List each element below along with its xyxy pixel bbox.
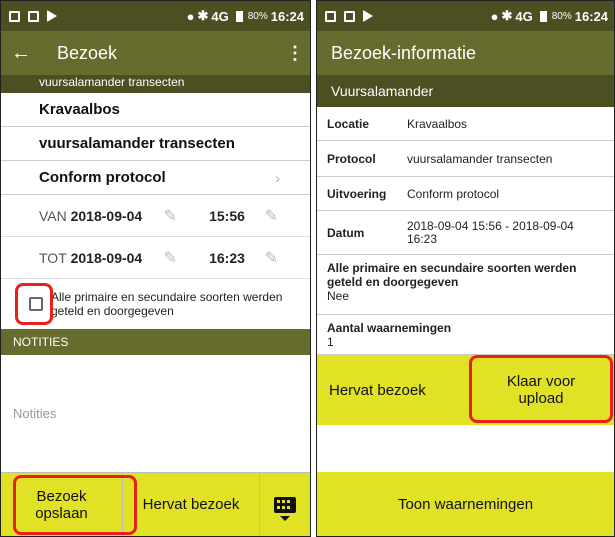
show-observations-button[interactable]: Toon waarnemingen [317, 472, 614, 536]
resume-visit-button[interactable]: Hervat bezoek [123, 473, 260, 536]
all-species-label: Alle primaire en secundaire soorten werd… [51, 290, 283, 318]
edit-date-icon[interactable]: ✎ [150, 248, 209, 268]
to-time[interactable]: 16:23 [209, 250, 250, 266]
network-label: 4G [515, 8, 533, 24]
from-row: VAN 2018-09-04 ✎ 15:56 ✎ [1, 195, 310, 237]
app-bar: Bezoek-informatie [317, 31, 614, 75]
edit-time-icon[interactable]: ✎ [251, 206, 310, 226]
battery-label: 80% [247, 10, 268, 22]
bottom-action-bar: Bezoek opslaan Hervat bezoek [1, 472, 310, 536]
play-store-icon [363, 10, 373, 22]
page-title: Bezoek [57, 42, 118, 63]
clock: 16:24 [574, 8, 608, 24]
observations-key: Aantal waarnemingen [327, 321, 452, 335]
info-key: Uitvoering [327, 186, 387, 201]
more-vert-icon[interactable]: ⋮ [286, 43, 304, 64]
info-value: vuursalamander transecten [407, 151, 553, 166]
arrow-left-icon[interactable]: ← [11, 42, 41, 65]
species-header: Vuursalamander [317, 75, 614, 107]
observations-info: Aantal waarnemingen 1 [317, 315, 614, 355]
subheader: vuursalamander transecten [1, 75, 310, 93]
location-field[interactable]: Kravaalbos [1, 93, 310, 127]
status-bar: ● ✱ 4G 80% 16:24 [317, 1, 614, 31]
info-key: Locatie [327, 116, 370, 131]
execution-select[interactable]: Conform protocol › [1, 161, 310, 195]
image-icon [344, 10, 355, 22]
info-row-date: Datum 2018-09-04 15:56 - 2018-09-04 16:2… [317, 211, 614, 255]
battery-label: 80% [551, 10, 572, 22]
app-bar: ← Bezoek ⋮ [1, 31, 310, 75]
highlight-checkbox [15, 283, 53, 325]
play-store-icon [47, 10, 57, 22]
gallery-icon [325, 10, 336, 22]
action-row: Hervat bezoek Klaar voor upload [317, 355, 614, 425]
left-screen: ● ✱ 4G 80% 16:24 ← Bezoek ⋮ vuursalamand… [0, 0, 311, 537]
highlight-upload [469, 355, 613, 423]
from-time[interactable]: 15:56 [209, 208, 250, 224]
protocol-field[interactable]: vuursalamander transecten [1, 127, 310, 161]
status-bar: ● ✱ 4G 80% 16:24 [1, 1, 310, 31]
battery-icon [539, 10, 547, 22]
info-key: Protocol [327, 151, 376, 166]
info-row-location: Locatie Kravaalbos [317, 107, 614, 141]
edit-time-icon[interactable]: ✎ [251, 248, 310, 268]
resume-visit-button[interactable]: Hervat bezoek [317, 355, 468, 425]
notes-header: NOTITIES [1, 329, 310, 355]
info-value: Conform protocol [407, 186, 500, 201]
to-label: TOT [39, 249, 67, 266]
info-value: 2018-09-04 15:56 - 2018-09-04 16:23 [407, 218, 574, 246]
keyboard-button[interactable] [260, 473, 310, 536]
edit-date-icon[interactable]: ✎ [150, 206, 209, 226]
all-species-row: Alle primaire en secundaire soorten werd… [1, 279, 310, 329]
execution-value: Conform protocol [39, 169, 166, 186]
gallery-icon [9, 10, 20, 22]
right-screen: ● ✱ 4G 80% 16:24 Bezoek-informatie Vuurs… [316, 0, 615, 537]
to-row: TOT 2018-09-04 ✎ 16:23 ✎ [1, 237, 310, 279]
observations-value: 1 [327, 335, 334, 349]
location-icon: ● [490, 8, 499, 24]
bluetooth-icon: ✱ [501, 8, 513, 23]
battery-icon [235, 10, 243, 22]
all-species-value: Nee [327, 289, 350, 303]
highlight-save [13, 475, 137, 535]
all-species-info: Alle primaire en secundaire soorten werd… [317, 255, 614, 315]
from-date[interactable]: 2018-09-04 [71, 208, 150, 224]
info-row-protocol: Protocol vuursalamander transecten [317, 141, 614, 177]
info-key: Datum [327, 225, 365, 240]
chevron-right-icon: › [275, 169, 280, 186]
keyboard-icon [274, 496, 296, 521]
all-species-key: Alle primaire en secundaire soorten werd… [327, 261, 577, 289]
info-row-execution: Uitvoering Conform protocol [317, 177, 614, 211]
info-value: Kravaalbos [407, 116, 468, 131]
network-label: 4G [211, 8, 229, 24]
to-date[interactable]: 2018-09-04 [71, 250, 150, 266]
page-title: Bezoek-informatie [331, 42, 477, 63]
clock: 16:24 [270, 8, 304, 24]
from-label: VAN [39, 207, 67, 224]
bluetooth-icon: ✱ [197, 8, 209, 23]
location-icon: ● [186, 8, 195, 24]
image-icon [28, 10, 39, 22]
notes-input[interactable]: Notities [1, 355, 310, 471]
